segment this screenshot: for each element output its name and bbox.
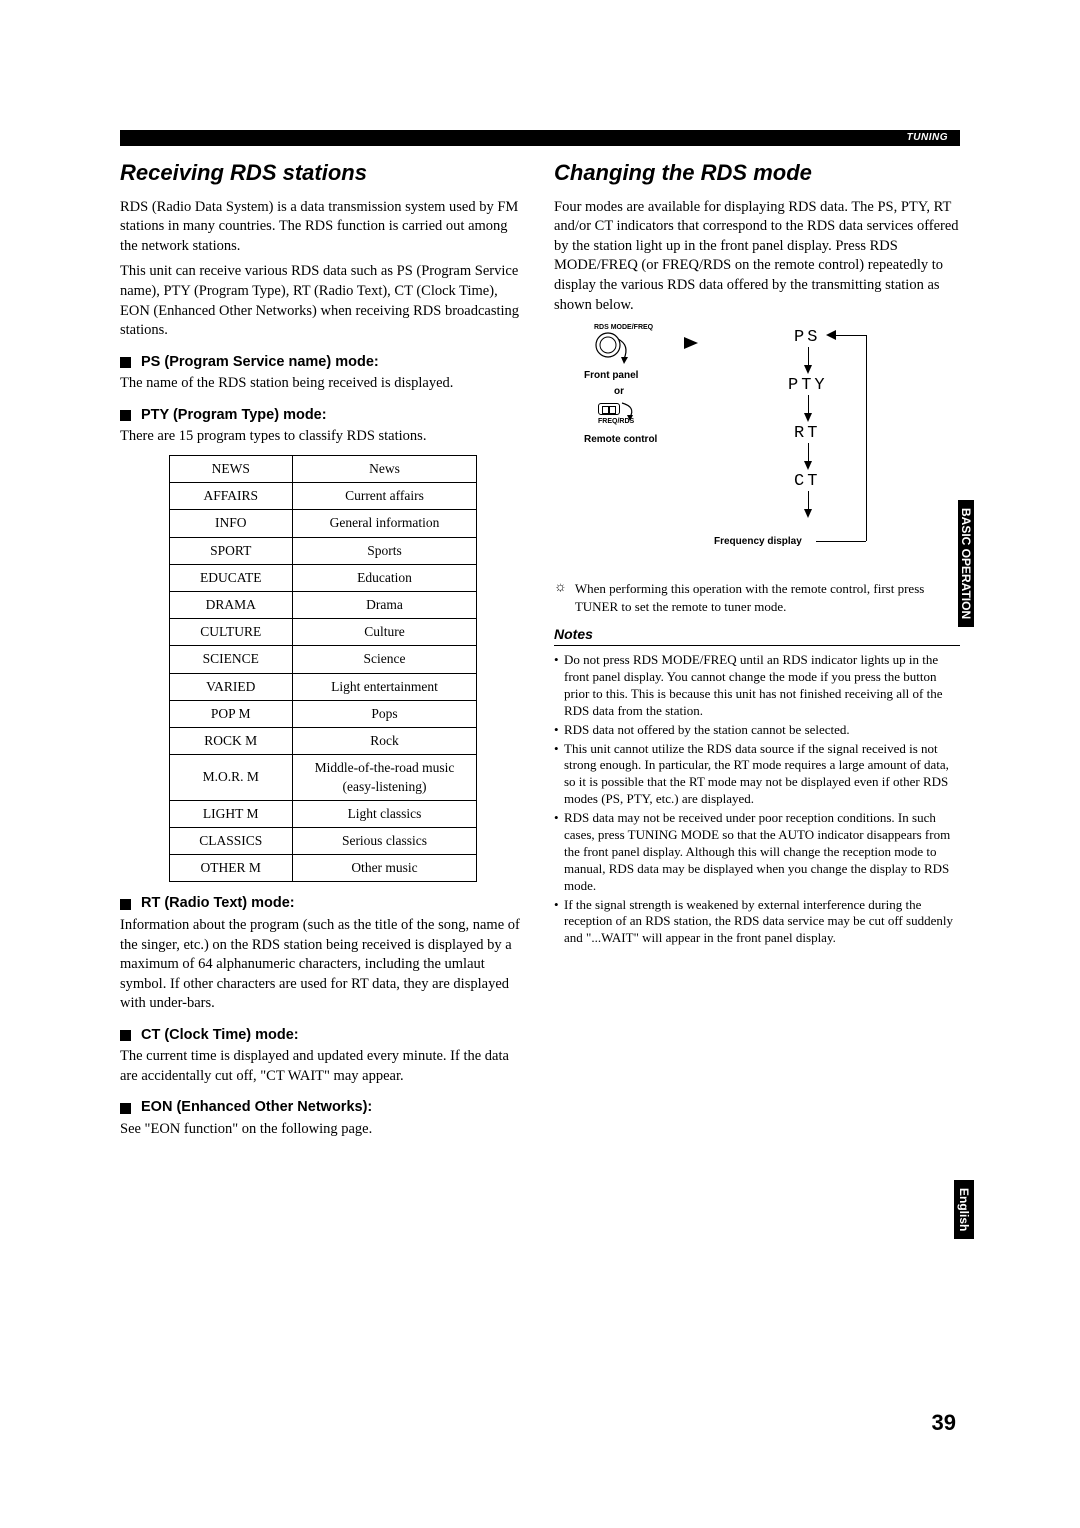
arrow-down-icon: [804, 413, 812, 422]
front-panel-label: Front panel: [584, 369, 638, 383]
notes-head: Notes: [554, 625, 960, 646]
table-cell: M.O.R. M: [169, 755, 292, 800]
main-content: Receiving RDS stations RDS (Radio Data S…: [120, 158, 960, 1140]
table-cell: Pops: [292, 700, 477, 727]
freq-rds-label: FREQ/RDS: [598, 417, 634, 426]
remote-button-icon: [598, 403, 620, 415]
tip-text: When performing this operation with the …: [575, 580, 960, 615]
table-cell: Education: [292, 564, 477, 591]
rt-head: RT (Radio Text) mode:: [120, 894, 526, 914]
table-cell: ROCK M: [169, 728, 292, 755]
top-bar-label: TUNING: [907, 131, 948, 145]
left-title: Receiving RDS stations: [120, 158, 526, 188]
or-label: or: [614, 385, 624, 399]
remote-control-label: Remote control: [584, 433, 657, 447]
left-column: Receiving RDS stations RDS (Radio Data S…: [120, 158, 526, 1140]
table-cell: Sports: [292, 537, 477, 564]
arrow-down-icon: [804, 509, 812, 518]
table-cell: NEWS: [169, 455, 292, 482]
table-cell: Serious classics: [292, 827, 477, 854]
arrow-down-icon: [804, 365, 812, 374]
table-cell: Science: [292, 646, 477, 673]
table-cell: Rock: [292, 728, 477, 755]
table-cell: Light entertainment: [292, 673, 477, 700]
table-row: NEWSNews: [169, 455, 477, 482]
top-bar: TUNING: [120, 130, 960, 146]
table-cell: POP M: [169, 700, 292, 727]
table-cell: Middle-of-the-road music (easy-listening…: [292, 755, 477, 800]
pty-body: There are 15 program types to classify R…: [120, 427, 526, 447]
list-item: Do not press RDS MODE/FREQ until an RDS …: [554, 652, 960, 720]
knob-icon: [594, 331, 634, 367]
table-row: ROCK MRock: [169, 728, 477, 755]
right-intro: Four modes are available for displaying …: [554, 198, 960, 315]
table-cell: News: [292, 455, 477, 482]
eon-body: See "EON function" on the following page…: [120, 1120, 526, 1140]
arrow-left-icon: [826, 330, 838, 342]
list-item: RDS data may not be received under poor …: [554, 810, 960, 894]
left-intro2: This unit can receive various RDS data s…: [120, 262, 526, 340]
left-intro1: RDS (Radio Data System) is a data transm…: [120, 198, 526, 257]
table-row: M.O.R. MMiddle-of-the-road music (easy-l…: [169, 755, 477, 800]
pty-head: PTY (Program Type) mode:: [120, 406, 526, 426]
ct-head: CT (Clock Time) mode:: [120, 1026, 526, 1046]
table-cell: Culture: [292, 619, 477, 646]
table-cell: INFO: [169, 510, 292, 537]
table-row: INFOGeneral information: [169, 510, 477, 537]
table-row: CULTURECulture: [169, 619, 477, 646]
table-cell: CLASSICS: [169, 827, 292, 854]
table-cell: General information: [292, 510, 477, 537]
table-cell: Drama: [292, 591, 477, 618]
table-cell: SPORT: [169, 537, 292, 564]
table-cell: VARIED: [169, 673, 292, 700]
right-title: Changing the RDS mode: [554, 158, 960, 188]
tip-icon: ☼: [554, 580, 567, 597]
table-cell: CULTURE: [169, 619, 292, 646]
table-cell: Light classics: [292, 800, 477, 827]
rt-body: Information about the program (such as t…: [120, 916, 526, 1014]
right-column: Changing the RDS mode Four modes are ava…: [554, 158, 960, 1140]
rds-mode-diagram: RDS MODE/FREQ Front panel or FREQ/RDS Re…: [554, 323, 960, 568]
ps-head: PS (Program Service name) mode:: [120, 353, 526, 373]
ps-body: The name of the RDS station being receiv…: [120, 374, 526, 394]
side-tab-english: English: [954, 1180, 974, 1239]
table-cell: Current affairs: [292, 483, 477, 510]
table-row: DRAMADrama: [169, 591, 477, 618]
eon-head: EON (Enhanced Other Networks):: [120, 1098, 526, 1118]
tip-row: ☼ When performing this operation with th…: [554, 580, 960, 615]
table-cell: AFFAIRS: [169, 483, 292, 510]
table-row: EDUCATEEducation: [169, 564, 477, 591]
table-cell: SCIENCE: [169, 646, 292, 673]
table-cell: DRAMA: [169, 591, 292, 618]
arrow-right-icon: [684, 337, 698, 349]
freq-display-label: Frequency display: [714, 535, 802, 549]
page-number: 39: [932, 1408, 956, 1438]
table-cell: Other music: [292, 855, 477, 882]
ct-body: The current time is displayed and update…: [120, 1047, 526, 1086]
table-cell: LIGHT M: [169, 800, 292, 827]
table-row: CLASSICSSerious classics: [169, 827, 477, 854]
side-tab-basic-operation: BASIC OPERATION: [958, 500, 974, 627]
notes-list: Do not press RDS MODE/FREQ until an RDS …: [554, 652, 960, 947]
table-cell: EDUCATE: [169, 564, 292, 591]
table-row: AFFAIRSCurrent affairs: [169, 483, 477, 510]
table-cell: OTHER M: [169, 855, 292, 882]
table-row: LIGHT MLight classics: [169, 800, 477, 827]
table-row: SPORTSports: [169, 537, 477, 564]
list-item: This unit cannot utilize the RDS data so…: [554, 741, 960, 809]
list-item: If the signal strength is weakened by ex…: [554, 897, 960, 948]
table-row: SCIENCEScience: [169, 646, 477, 673]
table-row: VARIEDLight entertainment: [169, 673, 477, 700]
list-item: RDS data not offered by the station cann…: [554, 722, 960, 739]
arrow-down-icon: [804, 461, 812, 470]
table-row: POP MPops: [169, 700, 477, 727]
pty-table: NEWSNewsAFFAIRSCurrent affairsINFOGenera…: [169, 455, 478, 883]
table-row: OTHER MOther music: [169, 855, 477, 882]
